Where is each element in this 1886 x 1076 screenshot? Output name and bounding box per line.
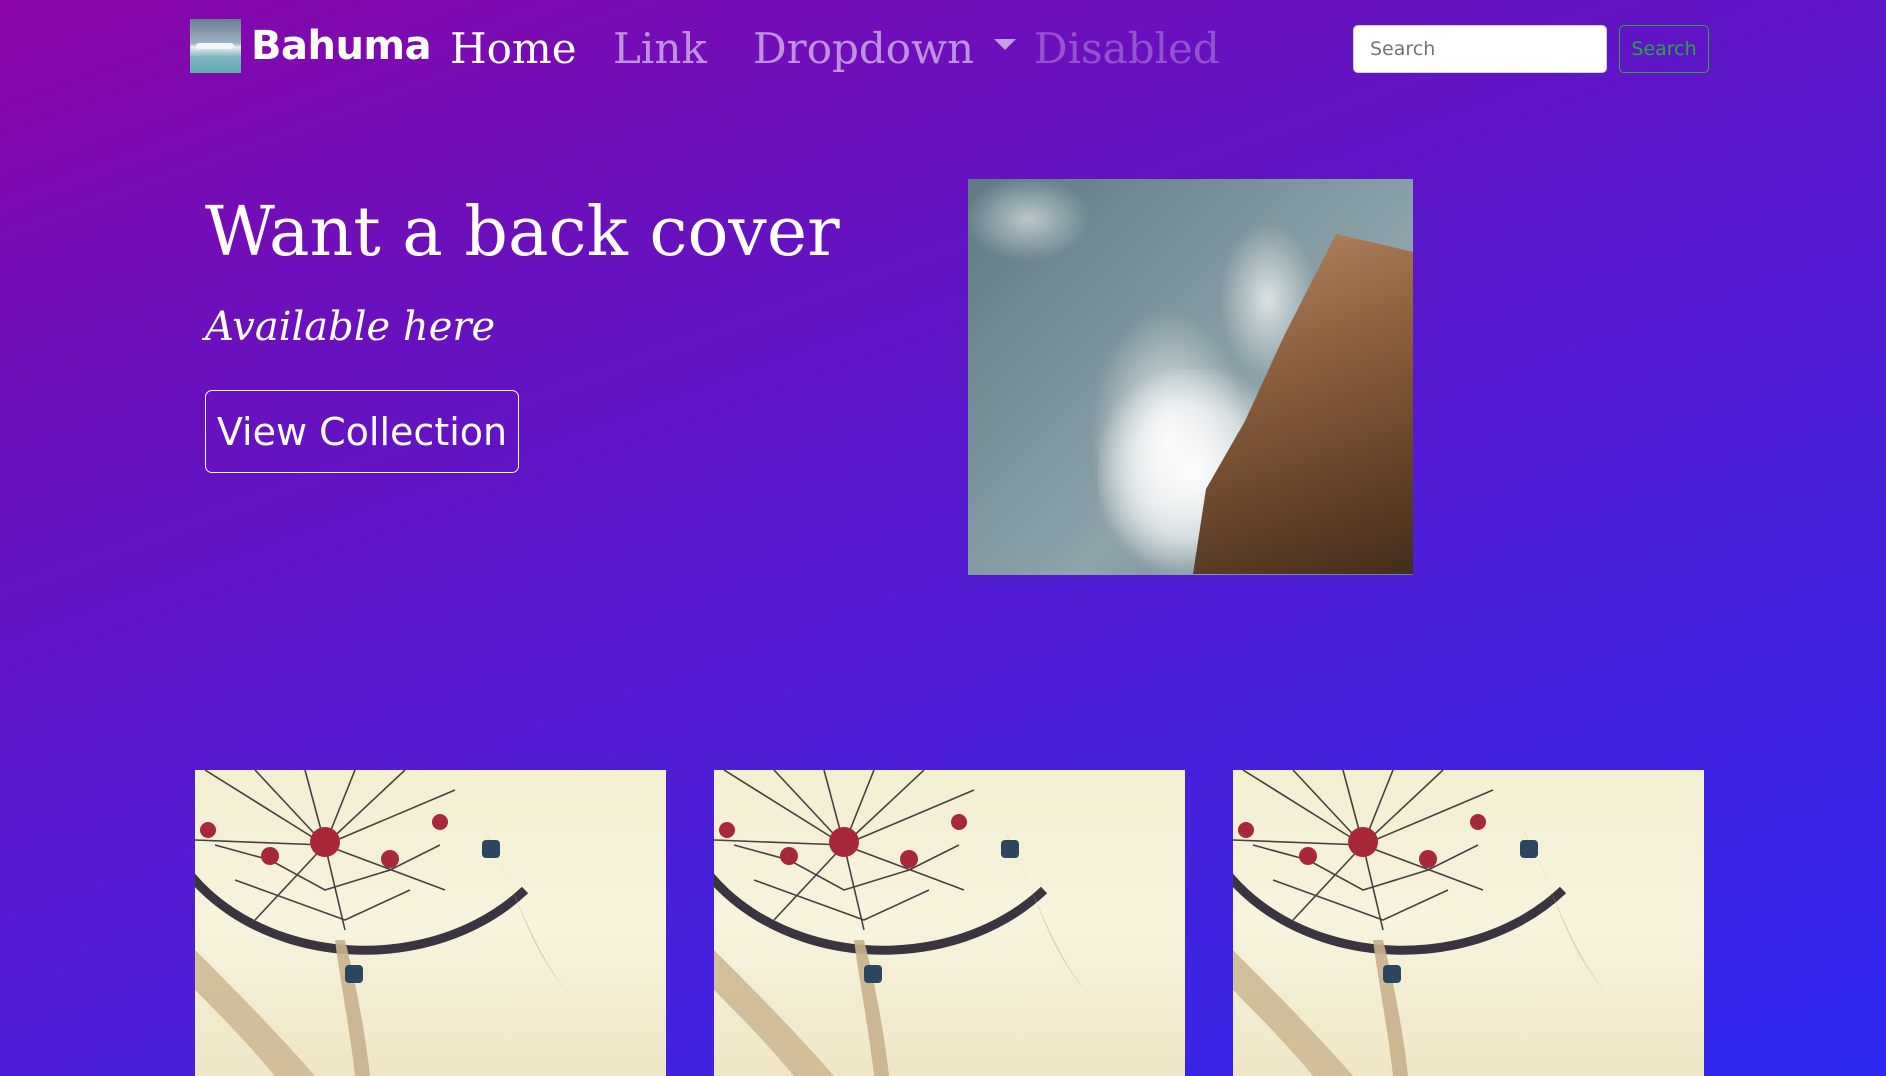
search-input[interactable] [1353,25,1607,73]
hero-title: Want a back cover [205,193,840,272]
card-image-dreamcatcher [195,770,666,1076]
brand-logo-icon [190,19,241,73]
brand-name: Bahuma [251,23,432,69]
card-image-dreamcatcher [714,770,1185,1076]
nav-dropdown-toggle[interactable]: Dropdown [753,20,1017,78]
hero-subtitle: Available here [205,304,496,350]
nav-link-home[interactable]: Home [450,20,577,78]
brand-link[interactable]: Bahuma [190,19,432,73]
view-collection-button[interactable]: View Collection [205,390,519,473]
navbar: Bahuma Home Link Dropdown Disabled Searc… [0,0,1886,100]
nav-link-link[interactable]: Link [613,20,707,78]
search-button[interactable]: Search [1619,25,1709,73]
nav-link-disabled: Disabled [1034,24,1220,73]
caret-down-icon [994,38,1017,50]
nav-dropdown-label: Dropdown [753,24,975,73]
card-image-dreamcatcher [1233,770,1704,1076]
hero-image-ocean-rock [968,179,1413,575]
